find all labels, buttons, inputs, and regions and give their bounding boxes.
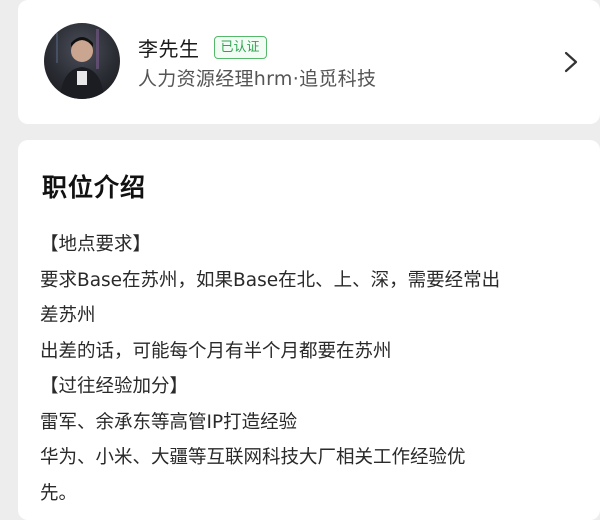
desc-line: 要求Base在苏州，如果Base在北、上、深，需要经常出 (40, 269, 501, 291)
desc-line: 雷军、余承东等高管IP打造经验 (40, 411, 298, 433)
section-title: 职位介绍 (42, 173, 147, 202)
recruiter-name: 李先生 (138, 36, 200, 61)
desc-line-location-header: 【地点要求】 (40, 234, 152, 255)
desc-line: 华为、小米、大疆等互联网科技大厂相关工作经验优 (40, 447, 466, 468)
desc-line: 先。 (40, 482, 78, 504)
desc-line-experience-header: 【过往经验加分】 (40, 376, 189, 397)
name-row: 李先生 已认证 (138, 32, 267, 62)
recruiter-title: 人力资源经理hrm·追觅科技 (138, 68, 377, 90)
verified-badge: 已认证 (213, 35, 267, 59)
job-description-body: 【地点要求】 要求Base在苏州，如果Base在北、上、深，需要经常出 差苏州 … (40, 227, 560, 511)
chevron-right-icon[interactable] (562, 51, 580, 73)
desc-line: 差苏州 (40, 305, 96, 326)
avatar (44, 23, 120, 99)
recruiter-profile-card[interactable]: 李先生 已认证 人力资源经理hrm·追觅科技 (18, 0, 600, 124)
job-description-card: 职位介绍 【地点要求】 要求Base在苏州，如果Base在北、上、深，需要经常出… (18, 140, 600, 520)
desc-line: 出差的话，可能每个月有半个月都要在苏州 (40, 340, 392, 362)
